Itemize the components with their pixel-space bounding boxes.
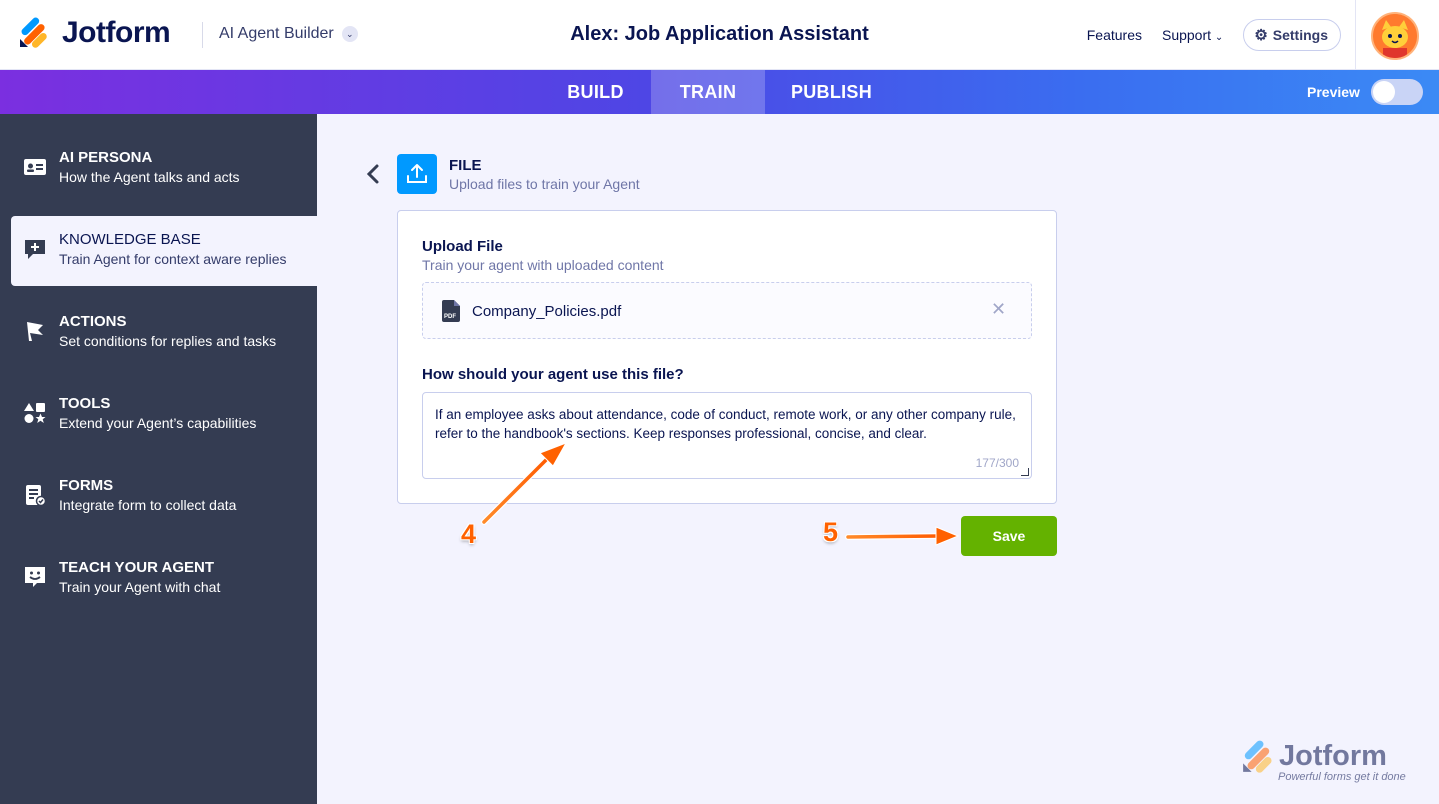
sidebar: AI PERSONA How the Agent talks and acts … xyxy=(0,114,317,804)
jotform-logo[interactable]: Jotform xyxy=(18,16,171,50)
header-separator xyxy=(1355,0,1356,70)
gear-icon: ⚙ xyxy=(1254,27,1268,44)
step-number-4: 4 xyxy=(461,519,477,549)
jotform-watermark-logo-icon xyxy=(1243,740,1272,773)
builder-label: AI Agent Builder xyxy=(219,25,334,42)
character-counter: 177/300 xyxy=(975,456,1019,470)
sidebar-item-ai-persona[interactable]: AI PERSONA How the Agent talks and acts xyxy=(11,134,317,204)
avatar-character-icon xyxy=(1373,14,1417,58)
tab-build[interactable]: BUILD xyxy=(540,70,651,114)
logo-text: Jotform xyxy=(62,16,171,49)
sidebar-item-title: AI PERSONA xyxy=(59,149,153,166)
upload-file-title: Upload File xyxy=(422,238,503,255)
step-number-5: 5 xyxy=(823,517,839,547)
nav-support[interactable]: Support ⌄ xyxy=(1162,27,1223,43)
toggle-knob xyxy=(1373,81,1395,103)
settings-button[interactable]: ⚙ Settings xyxy=(1243,19,1341,51)
section-title: FILE xyxy=(449,157,482,174)
sidebar-item-tools[interactable]: TOOLS Extend your Agent’s capabilities xyxy=(11,380,317,450)
sidebar-item-subtitle: Train your Agent with chat xyxy=(59,579,221,595)
nav-features[interactable]: Features xyxy=(1087,27,1142,43)
sidebar-item-forms[interactable]: FORMS Integrate form to collect data xyxy=(11,462,317,532)
flag-icon xyxy=(27,322,43,341)
settings-label: Settings xyxy=(1272,27,1328,43)
shapes-icon xyxy=(24,403,46,423)
header-divider xyxy=(202,22,203,48)
pdf-file-icon: PDF xyxy=(442,300,460,322)
builder-selector[interactable]: AI Agent Builder ⌄ xyxy=(219,25,358,43)
sidebar-item-subtitle: Train Agent for context aware replies xyxy=(59,251,287,267)
upload-icon xyxy=(397,154,437,194)
sidebar-item-actions[interactable]: ACTIONS Set conditions for replies and t… xyxy=(11,298,317,368)
step-tabbar: BUILD TRAIN PUBLISH Preview xyxy=(0,70,1439,114)
sidebar-item-subtitle: Integrate form to collect data xyxy=(59,497,237,513)
sidebar-item-knowledge-base[interactable]: KNOWLEDGE BASE Train Agent for context a… xyxy=(11,216,317,286)
arrow-to-save xyxy=(845,526,960,546)
usage-question-label: How should your agent use this file? xyxy=(422,366,684,383)
chevron-down-icon: ⌄ xyxy=(1214,32,1224,43)
uploaded-file-item[interactable]: PDF Company_Policies.pdf ✕ xyxy=(422,282,1032,339)
tab-publish[interactable]: PUBLISH xyxy=(765,70,898,114)
sidebar-item-title: KNOWLEDGE BASE xyxy=(59,231,201,248)
upload-file-subtitle: Train your agent with uploaded content xyxy=(422,257,664,273)
remove-file-close-icon[interactable]: ✕ xyxy=(991,299,1006,319)
preview-label: Preview xyxy=(1307,84,1360,100)
form-icon xyxy=(26,485,47,507)
preview-toggle[interactable] xyxy=(1371,79,1423,105)
uploaded-file-name: Company_Policies.pdf xyxy=(472,303,622,320)
sidebar-item-subtitle: Set conditions for replies and tasks xyxy=(59,333,277,349)
jotform-watermark: Jotform Powerful forms get it done xyxy=(1241,738,1411,788)
back-chevron-icon[interactable] xyxy=(366,163,386,185)
sidebar-item-subtitle: How the Agent talks and acts xyxy=(59,169,240,185)
watermark-text: Jotform xyxy=(1279,740,1387,772)
top-header: Jotform AI Agent Builder ⌄ Alex: Job App… xyxy=(0,0,1439,70)
sidebar-item-teach-your-agent[interactable]: TEACH YOUR AGENT Train your Agent with c… xyxy=(11,544,317,614)
tab-train[interactable]: TRAIN xyxy=(651,70,765,114)
chat-plus-icon xyxy=(25,240,45,259)
header-nav: Features Support ⌄ ⚙ Settings xyxy=(1087,19,1341,51)
usage-instructions-textarea[interactable]: If an employee asks about attendance, co… xyxy=(422,392,1032,479)
jotform-logo-icon xyxy=(18,17,50,49)
save-button[interactable]: Save xyxy=(961,516,1057,556)
pdf-label: PDF xyxy=(444,314,456,320)
usage-instructions-text: If an employee asks about attendance, co… xyxy=(435,407,1016,441)
sidebar-item-title: TOOLS xyxy=(59,395,111,412)
resize-handle-icon[interactable] xyxy=(1021,468,1029,476)
chevron-down-icon: ⌄ xyxy=(341,26,358,42)
avatar[interactable] xyxy=(1371,12,1419,60)
section-subtitle: Upload files to train your Agent xyxy=(449,176,640,192)
id-card-icon xyxy=(24,159,46,175)
sidebar-item-title: TEACH YOUR AGENT xyxy=(59,559,215,576)
smiley-chat-icon xyxy=(25,567,45,587)
nav-support-label: Support xyxy=(1161,27,1212,43)
upload-card: Upload File Train your agent with upload… xyxy=(397,210,1057,504)
sidebar-item-title: ACTIONS xyxy=(59,313,127,330)
sidebar-item-subtitle: Extend your Agent’s capabilities xyxy=(59,415,257,431)
sidebar-item-title: FORMS xyxy=(59,477,114,494)
watermark-tagline: Powerful forms get it done xyxy=(1278,771,1406,783)
